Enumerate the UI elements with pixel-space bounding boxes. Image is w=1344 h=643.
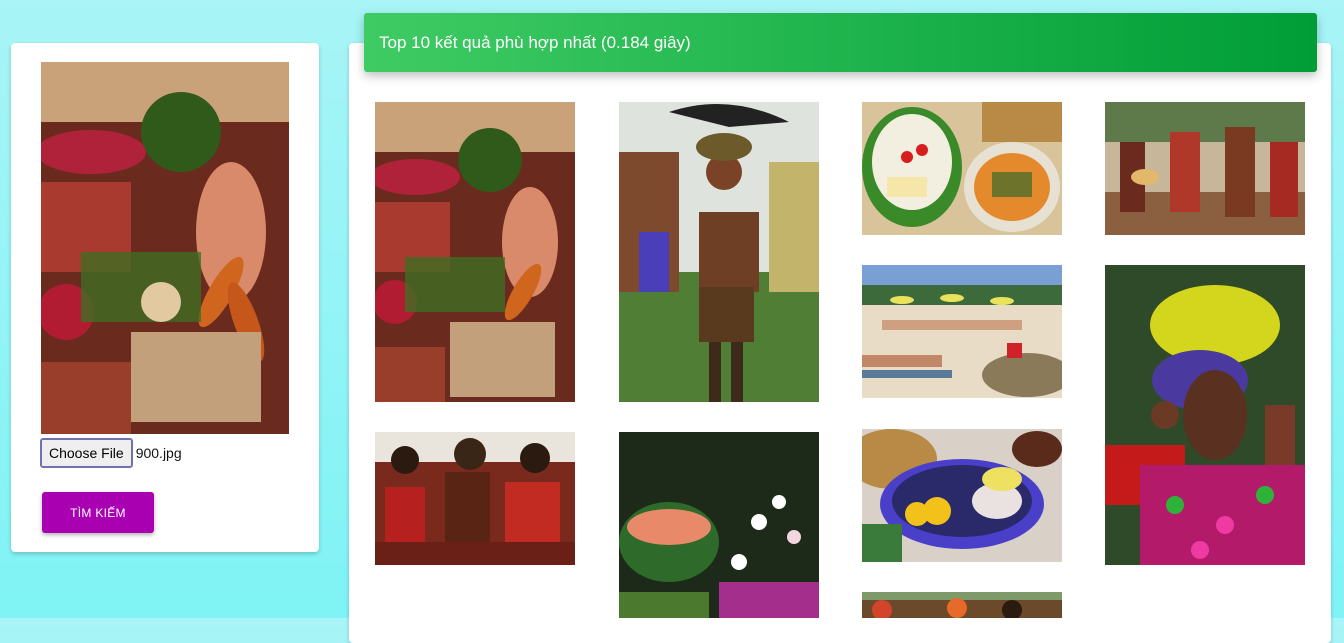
result-image[interactable] [862,429,1062,562]
result-image[interactable] [862,592,1062,618]
result-image[interactable] [862,102,1062,235]
result-image[interactable] [375,102,575,402]
search-button[interactable]: TÌM KIẾM [42,492,154,533]
results-banner: Top 10 kết quả phù hợp nhất (0.184 giây) [364,13,1317,72]
selected-file-name: 900.jpg [135,445,182,461]
result-image[interactable] [619,432,819,618]
result-image[interactable] [619,102,819,402]
result-image[interactable] [1105,265,1305,565]
result-image[interactable] [375,432,575,565]
results-summary-text: Top 10 kết quả phù hợp nhất (0.184 giây) [379,32,691,52]
file-upload-row: Choose File 900.jpg [40,438,182,468]
query-image [41,62,289,434]
result-image[interactable] [1105,102,1305,235]
query-panel: Choose File 900.jpg TÌM KIẾM [11,43,319,552]
result-image[interactable] [862,265,1062,398]
choose-file-button[interactable]: Choose File [40,438,133,468]
